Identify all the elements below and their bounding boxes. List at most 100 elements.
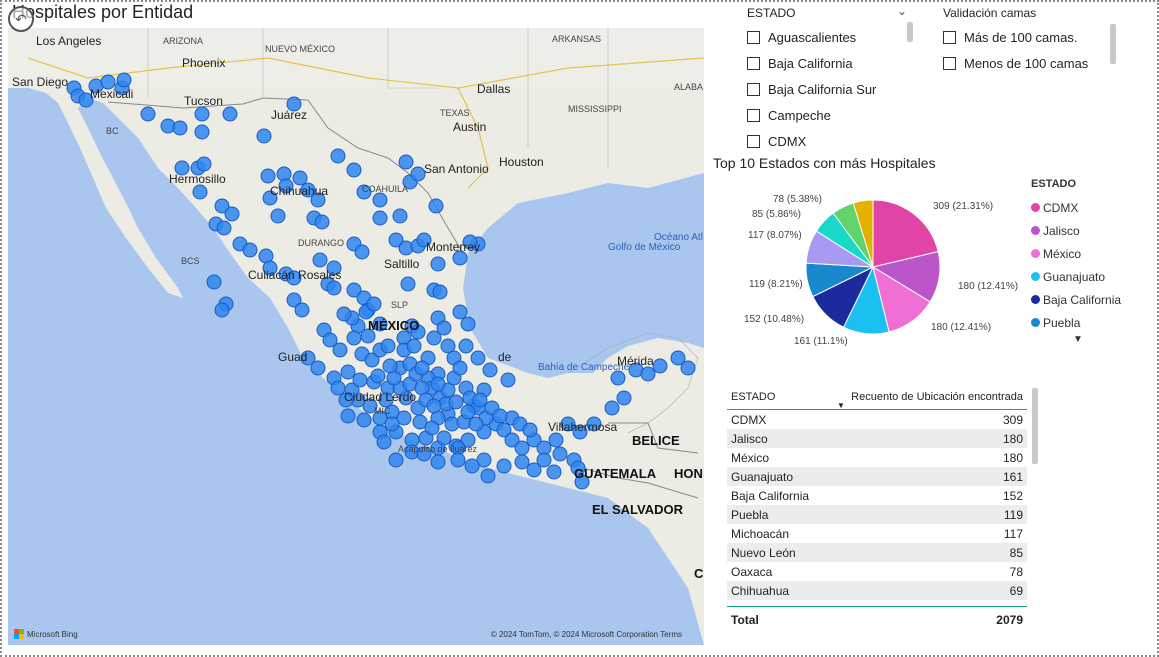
hospital-marker[interactable]	[430, 376, 446, 392]
legend-item[interactable]: CDMX	[1031, 196, 1121, 219]
checkbox[interactable]	[747, 56, 760, 70]
hospital-marker[interactable]	[196, 156, 212, 172]
hospital-marker[interactable]	[140, 106, 156, 122]
hospital-marker[interactable]	[332, 342, 348, 358]
chevron-down-icon[interactable]: ⌄	[897, 4, 907, 18]
hospital-marker[interactable]	[470, 350, 486, 366]
hospital-marker[interactable]	[426, 398, 442, 414]
hospital-marker[interactable]	[514, 440, 530, 456]
hospital-marker[interactable]	[448, 394, 464, 410]
legend-item[interactable]: Baja California	[1031, 288, 1121, 311]
slicer-item-campeche[interactable]: Campeche	[747, 102, 917, 128]
hospital-map[interactable]: Los Angeles San Diego Mexicali ARIZONA P…	[8, 28, 704, 645]
hospital-marker[interactable]	[192, 184, 208, 200]
hospital-marker[interactable]	[370, 368, 386, 384]
checkbox[interactable]	[943, 30, 956, 44]
hospital-marker[interactable]	[640, 366, 656, 382]
hospital-marker[interactable]	[330, 380, 346, 396]
hospital-marker[interactable]	[398, 154, 414, 170]
hospital-marker[interactable]	[546, 464, 562, 480]
hospital-marker[interactable]	[372, 210, 388, 226]
hospital-marker[interactable]	[428, 198, 444, 214]
hospital-marker[interactable]	[172, 120, 188, 136]
hospital-marker[interactable]	[430, 256, 446, 272]
hospital-marker[interactable]	[492, 408, 508, 424]
sort-desc-icon[interactable]: ▼	[837, 401, 845, 410]
hospital-marker[interactable]	[410, 166, 426, 182]
hospital-marker[interactable]	[326, 280, 342, 296]
hospital-marker[interactable]	[292, 170, 308, 186]
hospital-marker[interactable]	[380, 338, 396, 354]
hospital-marker[interactable]	[452, 360, 468, 376]
hospital-marker[interactable]	[222, 106, 238, 122]
hospital-marker[interactable]	[314, 214, 330, 230]
legend-item[interactable]: México	[1031, 242, 1121, 265]
hospital-marker[interactable]	[356, 412, 372, 428]
hospital-marker[interactable]	[552, 446, 568, 462]
hospital-marker[interactable]	[336, 306, 352, 322]
hospital-marker[interactable]	[652, 358, 668, 374]
back-arrow-icon[interactable]: ↶	[8, 6, 34, 32]
estado-slicer-scrollbar[interactable]	[907, 22, 913, 42]
hospital-marker[interactable]	[116, 72, 132, 88]
hospital-marker[interactable]	[206, 274, 222, 290]
table-row[interactable]: Puebla 119	[727, 505, 1027, 524]
hospital-marker[interactable]	[214, 302, 230, 318]
table-scrollbar[interactable]	[1032, 388, 1038, 464]
slicer-item-baja-california-sur[interactable]: Baja California Sur	[747, 76, 917, 102]
hospital-marker[interactable]	[450, 452, 466, 468]
hospital-marker[interactable]	[340, 408, 356, 424]
legend-item[interactable]: Puebla	[1031, 311, 1121, 334]
table-row[interactable]: CDMX 309	[727, 410, 1027, 429]
hospital-marker[interactable]	[468, 416, 484, 432]
hospital-marker[interactable]	[514, 454, 530, 470]
hospital-marker[interactable]	[354, 244, 370, 260]
table-row[interactable]: Michoacán 117	[727, 524, 1027, 543]
camas-slicer-scrollbar[interactable]	[1110, 24, 1116, 64]
hospital-marker[interactable]	[376, 434, 392, 450]
hospital-marker[interactable]	[256, 128, 272, 144]
hospital-marker[interactable]	[352, 372, 368, 388]
hospital-marker[interactable]	[680, 360, 696, 376]
slicer-item-baja-california[interactable]: Baja California	[747, 50, 917, 76]
table-row[interactable]: Jalisco 180	[727, 429, 1027, 448]
hospital-marker[interactable]	[242, 242, 258, 258]
hospital-marker[interactable]	[426, 330, 442, 346]
hospital-marker[interactable]	[270, 208, 286, 224]
table-row[interactable]: Baja California 152	[727, 486, 1027, 505]
hospital-marker[interactable]	[194, 124, 210, 140]
checkbox[interactable]	[747, 30, 760, 44]
hospital-marker[interactable]	[460, 404, 476, 420]
hospital-marker[interactable]	[430, 454, 446, 470]
hospital-marker[interactable]	[294, 302, 310, 318]
hospital-marker[interactable]	[536, 452, 552, 468]
hospital-marker[interactable]	[260, 168, 276, 184]
hospital-marker[interactable]	[312, 252, 328, 268]
hospital-marker[interactable]	[480, 468, 496, 484]
legend-more-icon[interactable]: ▼	[1073, 334, 1121, 345]
hospital-marker[interactable]	[372, 192, 388, 208]
hospital-marker[interactable]	[604, 400, 620, 416]
hospital-marker[interactable]	[458, 338, 474, 354]
hospital-marker[interactable]	[496, 458, 512, 474]
hospital-marker[interactable]	[472, 392, 488, 408]
hospital-marker[interactable]	[452, 304, 468, 320]
hospital-marker[interactable]	[310, 360, 326, 376]
map-copyright[interactable]: © 2024 TomTom, © 2024 Microsoft Corporat…	[491, 630, 682, 639]
slicer-item-mas-100[interactable]: Más de 100 camas.	[943, 24, 1103, 50]
slicer-item-menos-100[interactable]: Menos de 100 camas	[943, 50, 1103, 76]
checkbox[interactable]	[747, 108, 760, 122]
table-row[interactable]: Oaxaca 78	[727, 562, 1027, 581]
slicer-item-cdmx[interactable]: CDMX	[747, 128, 917, 154]
hospital-marker[interactable]	[384, 416, 400, 432]
hospital-marker[interactable]	[482, 362, 498, 378]
checkbox[interactable]	[747, 82, 760, 96]
hospital-marker[interactable]	[400, 276, 416, 292]
column-header-recuento[interactable]: Recuento de Ubicación encontrada	[851, 391, 1027, 403]
hospital-marker[interactable]	[616, 390, 632, 406]
hospital-marker[interactable]	[460, 316, 476, 332]
hospital-marker[interactable]	[424, 420, 440, 436]
table-row[interactable]: Guanajuato 161	[727, 467, 1027, 486]
hospital-marker[interactable]	[436, 430, 452, 446]
hospital-marker[interactable]	[432, 284, 448, 300]
